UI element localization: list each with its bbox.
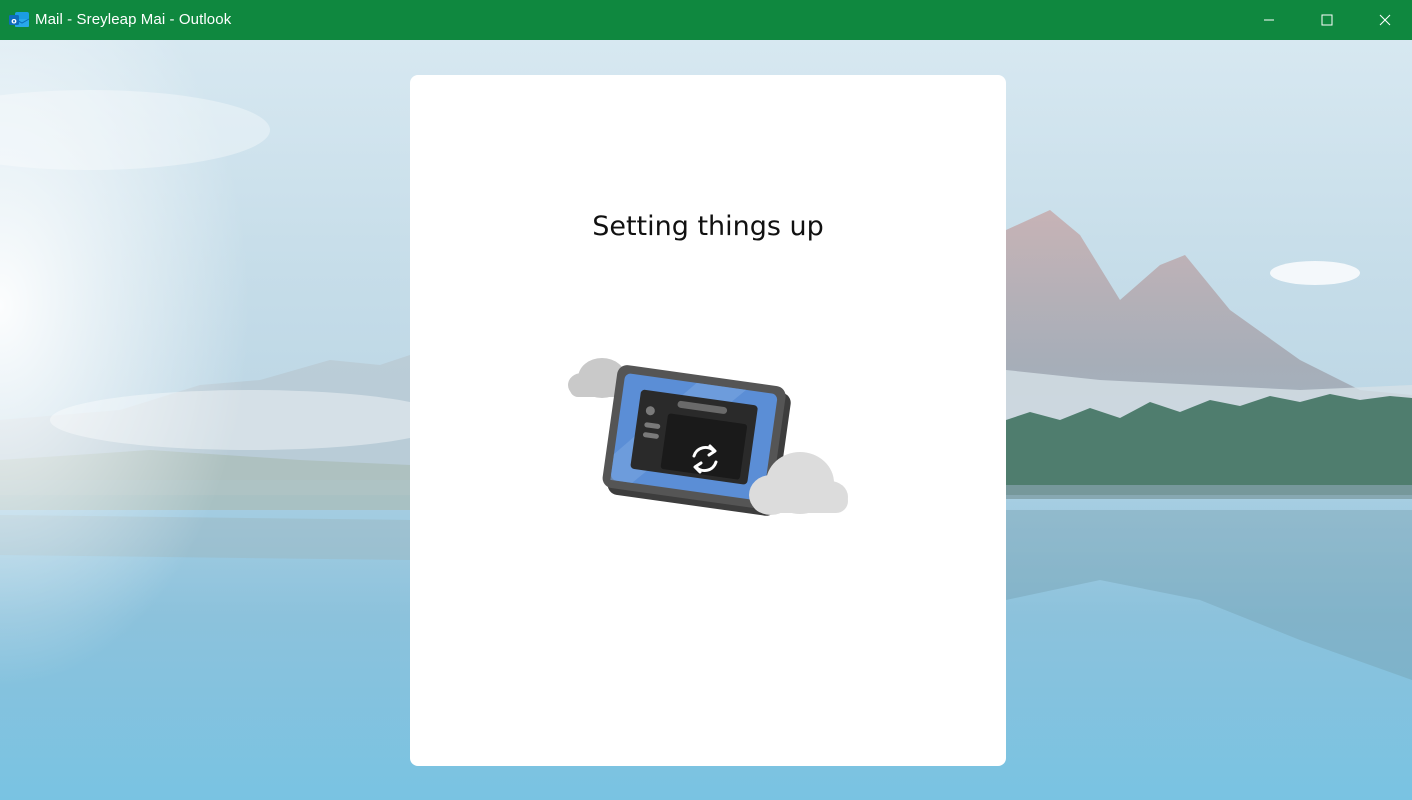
title-bar[interactable]: o Mail - Sreyleap Mai - Outlook — [0, 0, 1412, 40]
window-title: Mail - Sreyleap Mai - Outlook — [35, 11, 232, 28]
close-icon — [1379, 14, 1391, 26]
minimize-button[interactable] — [1240, 0, 1298, 40]
maximize-icon — [1321, 14, 1333, 26]
setup-card: Setting things up — [410, 75, 1006, 766]
svg-text:o: o — [11, 16, 17, 25]
minimize-icon — [1264, 19, 1274, 21]
device-sync-illustration — [568, 358, 848, 516]
setup-title: Setting things up — [592, 211, 824, 242]
close-button[interactable] — [1356, 0, 1412, 40]
maximize-button[interactable] — [1298, 0, 1356, 40]
outlook-icon: o — [9, 12, 30, 27]
